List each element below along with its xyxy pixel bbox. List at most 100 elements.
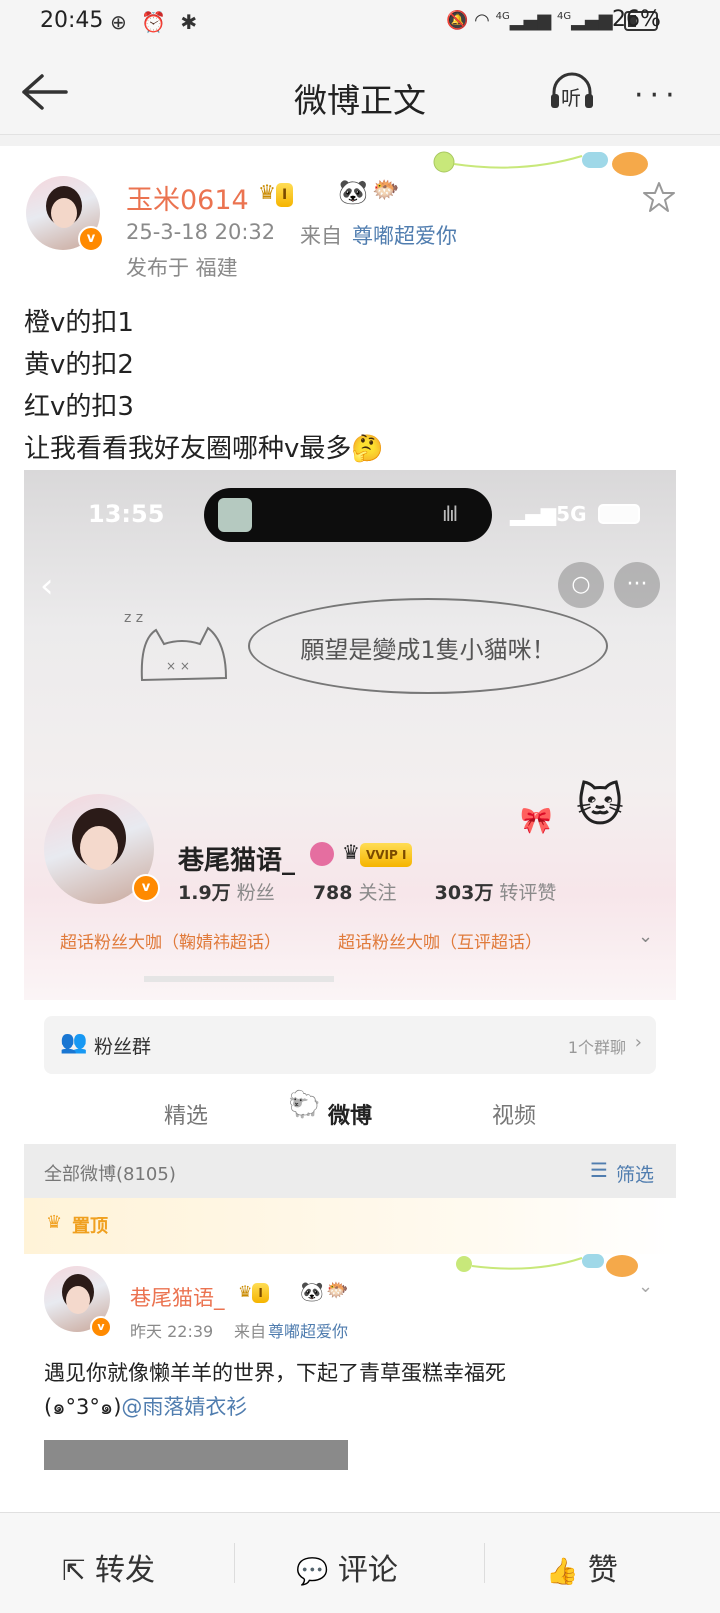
thinking-emoji-icon: 🤔 xyxy=(351,434,384,464)
subpost-line-1: 遇见你就像懒羊羊的世界，下起了青草蛋糕幸福死 xyxy=(44,1361,506,1385)
nav-bar: 微博正文 听 ··· xyxy=(0,48,720,135)
vvip-badge: ♛ VVIP I xyxy=(342,840,413,867)
post-line-2: 黄v的扣2 xyxy=(24,350,134,380)
post-line-4: 让我看看我好友圈哪种v最多 xyxy=(24,434,352,464)
pinned-label: 置顶 xyxy=(72,1216,108,1237)
svg-text:z z: z z xyxy=(124,610,143,626)
waveform-icon: ılıl xyxy=(442,502,458,526)
subpost-image xyxy=(44,1440,348,1470)
post-line-3: 红v的扣3 xyxy=(24,392,134,422)
embedded-signal-icon: ▂▄▆5G xyxy=(510,502,587,526)
wifi-icon: ◠ xyxy=(474,10,490,31)
subpost-panda-icon: 🐼 xyxy=(300,1281,324,1303)
listen-label: 听 xyxy=(561,86,581,110)
author-name[interactable]: 玉米0614 xyxy=(126,178,249,217)
pinned-crown-icon: ♛ xyxy=(46,1212,63,1233)
fans-num: 1.9万 xyxy=(178,882,231,904)
bottom-action-bar: ⇱ 转发 💬 评论 👍 赞 xyxy=(0,1512,720,1613)
filter-icon: ☰ xyxy=(590,1158,608,1182)
embedded-battery-icon xyxy=(598,504,640,524)
subpost-name: 巷尾猫语_ xyxy=(130,1286,225,1310)
vvip-badge-text: VVIP I xyxy=(359,843,413,867)
comment-button[interactable]: 💬 评论 xyxy=(296,1545,398,1589)
fan-group-icon: 👥 xyxy=(60,1030,88,1055)
repost-label: 转发 xyxy=(95,1553,156,1588)
bow-decor-icon: 🎀 xyxy=(520,806,553,836)
comment-label: 评论 xyxy=(337,1553,398,1588)
post-text: 橙v的扣1 黄v的扣2 红v的扣3 让我看看我好友圈哪种v最多🤔 xyxy=(24,302,384,470)
repost-icon: ⇱ xyxy=(62,1554,86,1587)
speech-bubble: 願望是變成1隻小貓咪！ xyxy=(248,598,608,694)
status-notification-icons: ⊕ ⏰ ✱ xyxy=(110,10,202,34)
fans-label: 粉丝 xyxy=(236,882,275,904)
subpost-level-badge: ♛ I xyxy=(238,1282,269,1303)
crown-level-badge: ♛ I xyxy=(258,180,294,207)
tab-weibo-decor-icon: 🐑 xyxy=(288,1090,321,1120)
fish-icon: 🐡 xyxy=(372,178,400,203)
more-icon[interactable]: ··· xyxy=(634,78,681,113)
network-a: 4G xyxy=(495,11,510,22)
listen-button[interactable]: 听 xyxy=(548,70,596,110)
embedded-search-icon: ○ xyxy=(558,562,604,608)
level-badge-text: I xyxy=(275,183,294,207)
embedded-network: 5G xyxy=(556,502,587,526)
divider xyxy=(234,1543,235,1583)
tab-video: 视频 xyxy=(492,1104,537,1129)
sleeping-cat-doodle-icon: z z × × xyxy=(124,610,228,682)
decor-yarn-cat xyxy=(432,148,652,178)
post-time: 25-3-18 20:32 xyxy=(126,220,276,244)
verified-badge-icon: v xyxy=(78,226,104,252)
follow-label: 关注 xyxy=(358,882,397,904)
subpost-expand-icon: ⌄ xyxy=(638,1276,654,1297)
svg-text:× ×: × × xyxy=(166,659,190,673)
post-line-1: 橙v的扣1 xyxy=(24,308,134,338)
post-line-4-wrap: 让我看看我好友圈哪种v最多🤔 xyxy=(24,428,384,470)
tab-weibo: 微博 xyxy=(328,1104,373,1129)
supertag-1: 超话粉丝大咖（鞠婧祎超话） xyxy=(60,933,281,953)
subpost-from-prefix: 来自 xyxy=(234,1322,267,1341)
subpost-level-text: I xyxy=(252,1283,269,1303)
fan-group-label: 粉丝群 xyxy=(94,1036,152,1058)
fan-group-count: 1个群聊 xyxy=(567,1038,626,1057)
like-button[interactable]: 👍 赞 xyxy=(546,1545,618,1589)
star-favorite-icon[interactable] xyxy=(642,180,676,214)
likes-label: 转评赞 xyxy=(499,882,557,904)
dynamic-island: ılıl xyxy=(204,488,492,542)
subpost-emoticon: (๑°3°๑) xyxy=(44,1395,122,1419)
likes-num: 303万 xyxy=(434,882,494,904)
bubble-text: 願望是變成1隻小貓咪！ xyxy=(300,636,556,664)
post-location: 发布于 福建 xyxy=(126,256,238,280)
kitty-decor-icon: 🐱 xyxy=(576,778,624,832)
all-weibo-bar: 全部微博(8105) ☰ 筛选 xyxy=(24,1144,676,1198)
embedded-screenshot-image[interactable]: 13:55 ılıl ▂▄▆5G ‹ ○ ··· z z × × 願望是變成1隻… xyxy=(24,470,676,1470)
profile-banner xyxy=(24,470,676,1000)
subpost-source: 尊嘟超爱你 xyxy=(268,1322,349,1341)
all-weibo-count: 全部微博(8105) xyxy=(44,1164,176,1185)
subpost-mention: @雨落婧衣衫 xyxy=(121,1395,248,1419)
embedded-stats: 1.9万 粉丝 788 关注 303万 转评赞 xyxy=(178,878,556,905)
repost-button[interactable]: ⇱ 转发 xyxy=(62,1545,155,1589)
fan-group-row: 👥 粉丝群 1个群聊 › xyxy=(44,1016,656,1074)
panda-icon: 🐼 xyxy=(338,178,368,206)
follow-num: 788 xyxy=(312,882,353,904)
status-time: 20:45 xyxy=(40,8,104,33)
comment-icon: 💬 xyxy=(296,1557,329,1587)
battery-percent: 26% xyxy=(612,7,661,32)
like-label: 赞 xyxy=(587,1553,618,1588)
network-b: 4G xyxy=(557,11,572,22)
subpost-time: 昨天 22:39 xyxy=(130,1322,214,1341)
post-source[interactable]: 尊嘟超爱你 xyxy=(352,220,457,250)
subpost-decor xyxy=(454,1248,644,1278)
embedded-verified-icon: v xyxy=(132,874,160,902)
embedded-time: 13:55 xyxy=(88,500,165,528)
subpost-text: 遇见你就像懒羊羊的世界，下起了青草蛋糕幸福死 (๑°3°๑)@雨落婧衣衫 xyxy=(44,1356,664,1424)
pinned-bar: ♛ 置顶 xyxy=(24,1198,676,1254)
post-from-prefix: 来自 xyxy=(300,224,342,248)
supertag-expand-icon: ⌄ xyxy=(638,926,654,947)
signal-icon: ▂▄▆ xyxy=(509,10,552,31)
filter-label: 筛选 xyxy=(616,1164,655,1186)
supertag-2: 超话粉丝大咖（互评超话） xyxy=(338,933,542,953)
page-title: 微博正文 xyxy=(294,81,426,120)
divider xyxy=(484,1543,485,1583)
subpost-verified-icon: v xyxy=(90,1316,112,1338)
